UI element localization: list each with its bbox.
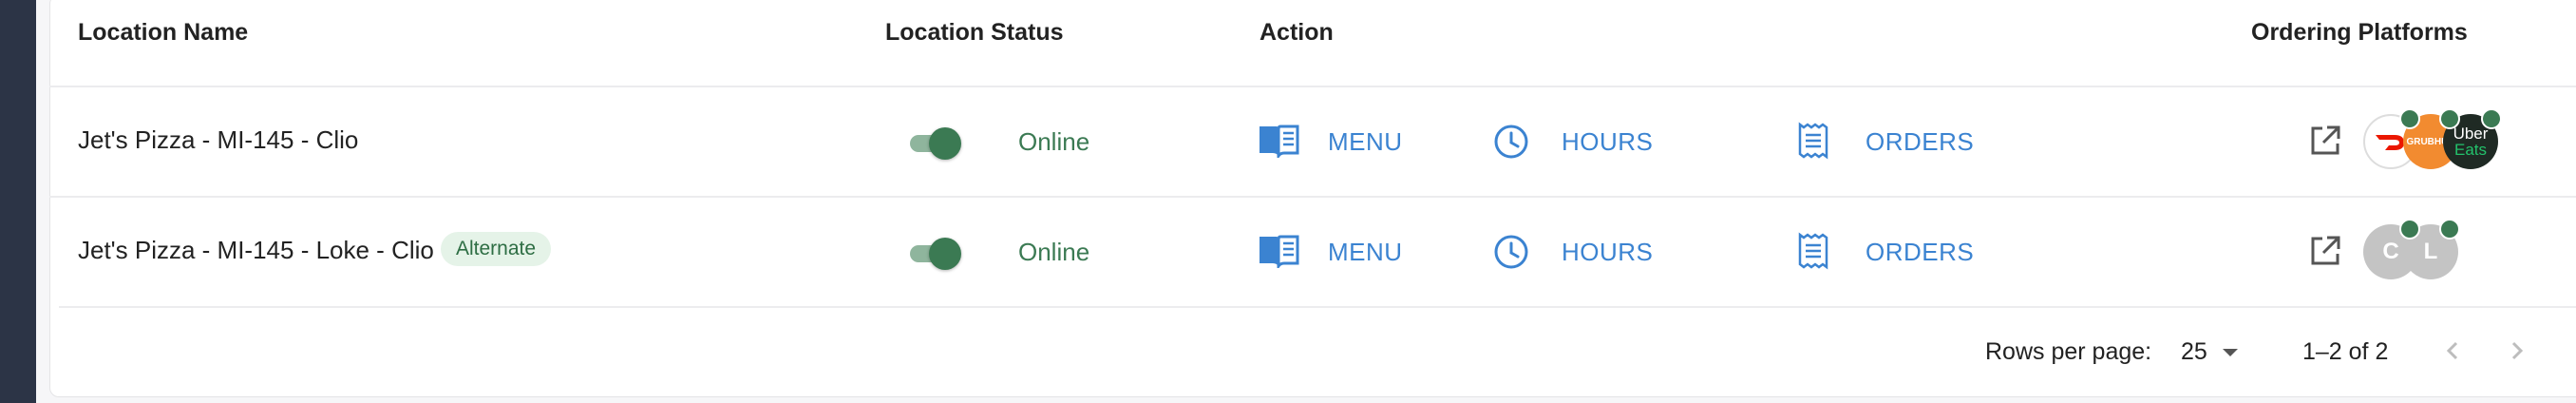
platform-c-letter: C	[2382, 239, 2399, 264]
location-status-toggle[interactable]	[908, 124, 961, 162]
status-text: Online	[1018, 127, 1090, 156]
open-in-new-icon[interactable]	[2308, 234, 2342, 268]
receipt-icon	[1798, 232, 1828, 270]
hours-label: HOURS	[1562, 238, 1654, 266]
rows-per-page-value: 25	[2181, 338, 2207, 365]
rows-per-page-label: Rows per page:	[1985, 338, 2152, 365]
menu-label: MENU	[1328, 127, 1403, 156]
clock-icon	[1494, 235, 1528, 269]
clock-icon	[1494, 125, 1528, 159]
previous-page-icon[interactable]	[2439, 336, 2468, 365]
menu-label: MENU	[1328, 238, 1403, 266]
platform-online-dot	[2399, 219, 2420, 240]
header-action: Action	[1260, 19, 1334, 46]
location-status-toggle[interactable]	[908, 234, 961, 272]
next-page-icon[interactable]	[2502, 336, 2530, 365]
location-name: Jet's Pizza - MI-145 - Clio	[78, 125, 359, 154]
receipt-icon	[1798, 122, 1828, 160]
hours-label: HOURS	[1562, 127, 1654, 156]
open-in-new-icon[interactable]	[2308, 124, 2342, 158]
uber-logo-text: Uber	[2453, 125, 2489, 143]
orders-label: ORDERS	[1866, 127, 1975, 156]
caret-down-icon	[2223, 349, 2238, 356]
sidebar-edge	[0, 0, 36, 403]
header-ordering-platforms: Ordering Platforms	[2251, 19, 2468, 46]
table-row: Jet's Pizza - MI-145 - Clio Online MENU …	[49, 87, 2576, 194]
platform-l-letter: L	[2423, 239, 2438, 264]
eats-logo-text: Eats	[2453, 141, 2488, 159]
location-name: Jet's Pizza - MI-145 - Loke - Clio	[78, 236, 434, 264]
header-location-name: Location Name	[78, 19, 249, 46]
platform-online-dot	[2439, 219, 2460, 240]
alternate-badge: Alternate	[441, 232, 552, 266]
table-row: Jet's Pizza - MI-145 - Loke - Clio Alter…	[49, 198, 2576, 304]
platform-online-dot	[2399, 108, 2420, 129]
menu-book-icon	[1260, 125, 1299, 158]
row-divider	[59, 306, 2576, 308]
header-location-status: Location Status	[885, 19, 1064, 46]
platform-online-dot	[2481, 108, 2502, 129]
platform-online-dot	[2439, 108, 2460, 129]
menu-book-icon	[1260, 235, 1299, 268]
orders-label: ORDERS	[1866, 238, 1975, 266]
status-text: Online	[1018, 238, 1090, 266]
pagination-range: 1–2 of 2	[2302, 338, 2389, 365]
